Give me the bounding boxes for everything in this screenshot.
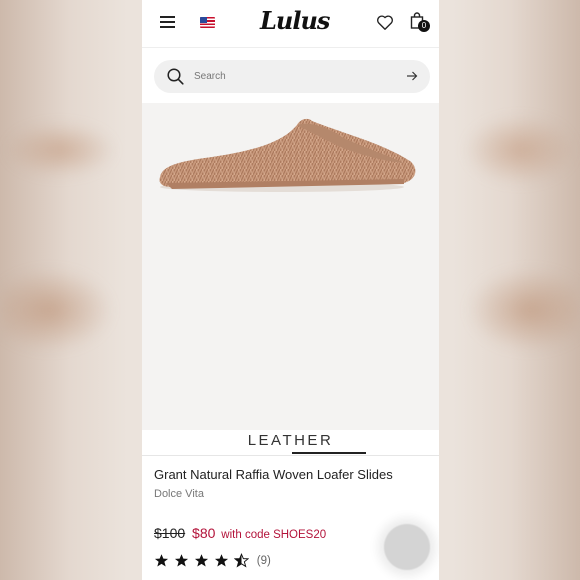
- original-price: $100: [154, 525, 186, 541]
- product-image[interactable]: [142, 103, 439, 430]
- search-input[interactable]: [194, 69, 374, 84]
- divider: [142, 455, 439, 456]
- site-header: Lulus 0: [142, 0, 439, 48]
- star-half-icon: [233, 553, 249, 568]
- star-icon: [194, 554, 208, 567]
- carousel-label: LEATHER: [247, 432, 334, 449]
- star-icon: [214, 554, 228, 567]
- price-row: $100 $80 with code SHOES20: [154, 525, 326, 541]
- cart-count-badge: 0: [418, 20, 430, 32]
- chat-button[interactable]: [384, 524, 430, 570]
- shoe-photo: [159, 118, 416, 192]
- review-count[interactable]: (9): [257, 555, 271, 567]
- us-flag-icon[interactable]: [200, 17, 215, 28]
- search-bar[interactable]: [154, 60, 430, 93]
- product-brand[interactable]: Dolce Vita: [154, 488, 204, 500]
- star-icon: [154, 554, 169, 567]
- site-logo[interactable]: Lulus: [260, 6, 330, 35]
- product-title: Grant Natural Raffia Woven Loafer Slides: [154, 467, 393, 482]
- rating-row[interactable]: (9): [154, 552, 271, 568]
- star-icon: [174, 554, 189, 567]
- sale-price: $80: [192, 525, 216, 541]
- promo-code-text: with code SHOES20: [221, 529, 327, 541]
- search-icon: [167, 68, 184, 85]
- mobile-page: Lulus 0 Search LEATHER Grant Natural Raf…: [142, 0, 439, 580]
- heart-icon[interactable]: [376, 14, 394, 31]
- arrow-right-icon[interactable]: [406, 70, 418, 82]
- menu-icon[interactable]: [160, 16, 175, 28]
- carousel-active-indicator: [292, 452, 366, 454]
